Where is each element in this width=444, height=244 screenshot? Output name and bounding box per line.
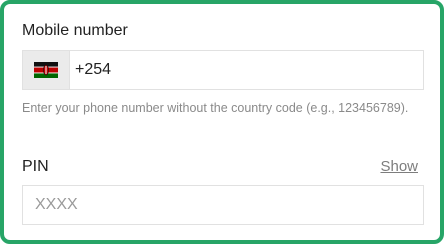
pin-input[interactable] bbox=[22, 185, 424, 225]
mobile-number-label: Mobile number bbox=[22, 22, 128, 39]
payment-form-card: Mobile number +254 Enter your phone numb… bbox=[0, 0, 444, 244]
kenya-flag-icon bbox=[34, 62, 58, 78]
pin-label: PIN bbox=[22, 158, 49, 175]
show-pin-link[interactable]: Show bbox=[380, 158, 418, 175]
mobile-help-text: Enter your phone number without the coun… bbox=[22, 101, 409, 115]
country-code: +254 bbox=[75, 61, 112, 78]
mobile-number-field[interactable]: +254 bbox=[22, 50, 424, 90]
country-selector[interactable] bbox=[23, 51, 70, 89]
